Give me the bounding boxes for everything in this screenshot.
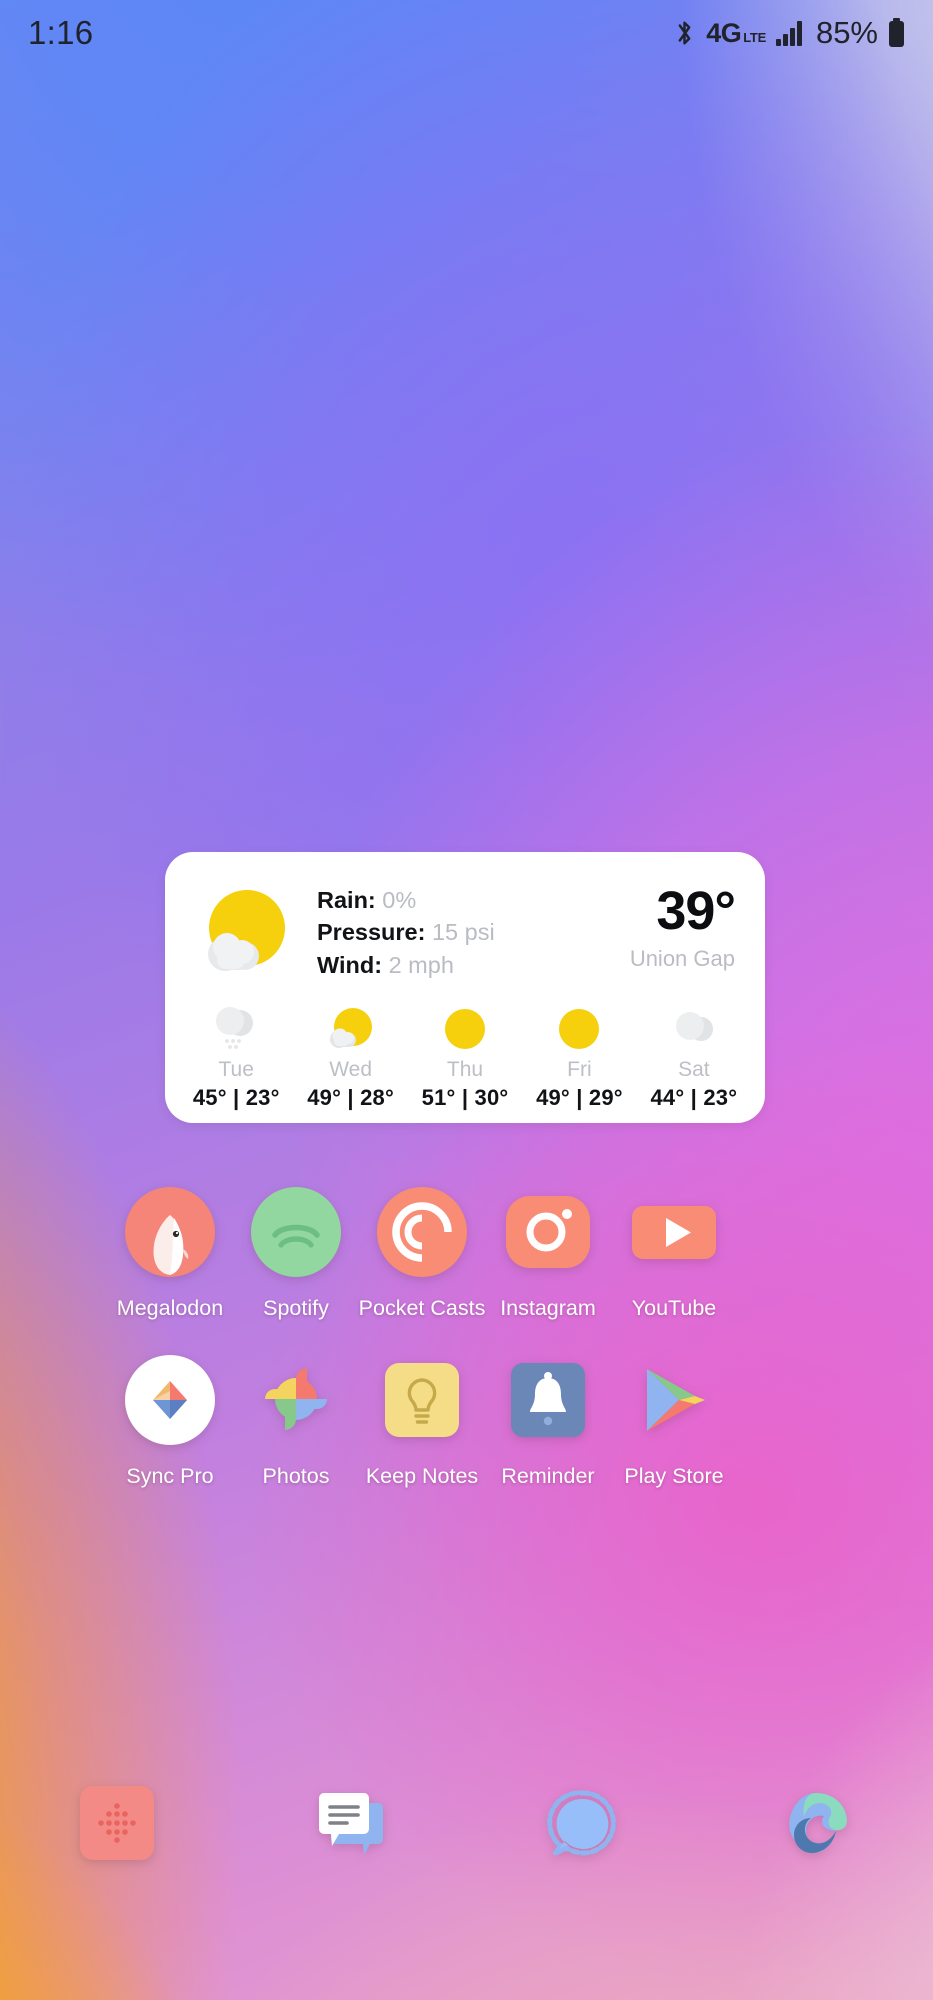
app-grid-row-2: Sync Pro Photos Keep Notes Reminder Play… [0, 1352, 933, 1489]
app-label: Reminder [501, 1464, 595, 1488]
weather-widget[interactable]: Rain: 0% Pressure: 15 psi Wind: 2 mph 39… [165, 852, 765, 1123]
signal-messenger-icon [535, 1775, 631, 1871]
keep-notes-icon [374, 1352, 470, 1448]
app-item-play-store[interactable]: Play Store [611, 1352, 737, 1489]
bluetooth-icon [673, 18, 696, 48]
app-label: Keep Notes [365, 1464, 479, 1488]
forecast-day-name: Sat [678, 1058, 710, 1081]
forecast-day-name: Tue [218, 1058, 254, 1081]
forecast-day-sat[interactable]: Sat 44° | 23° [637, 1002, 751, 1120]
sync-pro-icon [122, 1352, 218, 1448]
app-item-sync-pro[interactable]: Sync Pro [107, 1352, 233, 1489]
app-item-instagram[interactable]: Instagram [485, 1184, 611, 1321]
weather-current-section: Rain: 0% Pressure: 15 psi Wind: 2 mph 39… [165, 852, 765, 1002]
app-label: Pocket Casts [358, 1296, 486, 1320]
instagram-icon [500, 1184, 596, 1280]
app-item-photos[interactable]: Photos [233, 1352, 359, 1489]
pressure-value: 15 psi [431, 919, 495, 946]
app-item-reminder[interactable]: Reminder [485, 1352, 611, 1489]
play-store-icon [626, 1352, 722, 1448]
weather-stats-list: Rain: 0% Pressure: 15 psi Wind: 2 mph [317, 878, 630, 981]
sun-cloud-icon [323, 1004, 379, 1054]
weather-forecast-row: Tue 45° | 23° Wed 49° | 28° Thu 51° | 30… [165, 1002, 765, 1120]
network-sub-label: LTE [743, 29, 766, 45]
weather-stat-pressure: Pressure: 15 psi [317, 916, 630, 948]
forecast-day-name: Fri [567, 1058, 592, 1081]
signal-bars-icon [775, 20, 804, 46]
pocket-casts-icon [374, 1184, 470, 1280]
forecast-day-temps: 51° | 30° [421, 1085, 509, 1110]
dock-item-app-drawer[interactable] [0, 1775, 233, 1871]
battery-icon [888, 18, 905, 48]
status-bar-clock: 1:16 [28, 14, 94, 51]
sun-behind-cloud-icon [195, 884, 291, 980]
snow-cloud-icon [208, 1004, 264, 1054]
app-item-megalodon[interactable]: Megalodon [107, 1184, 233, 1321]
microsoft-edge-icon [768, 1775, 864, 1871]
megalodon-icon [122, 1184, 218, 1280]
app-label: Photos [262, 1464, 330, 1488]
forecast-day-tue[interactable]: Tue 45° | 23° [179, 1002, 293, 1120]
dock [0, 1775, 933, 1871]
forecast-day-temps: 49° | 29° [536, 1085, 623, 1110]
wind-label: Wind: [317, 951, 383, 978]
dock-item-edge[interactable] [700, 1775, 933, 1871]
app-label: Sync Pro [126, 1464, 214, 1488]
dock-item-signal[interactable] [467, 1775, 700, 1871]
status-bar[interactable]: 1:16 4G LTE 85% [0, 0, 933, 66]
youtube-icon [626, 1184, 722, 1280]
forecast-day-name: Thu [446, 1058, 484, 1081]
battery-percent-label: 85% [815, 15, 878, 50]
rain-value: 0% [382, 887, 417, 913]
app-grid-row-1: Megalodon Spotify Pocket Casts Instagram… [0, 1184, 933, 1321]
dock-item-messages[interactable] [233, 1775, 466, 1871]
reminder-bell-icon [500, 1352, 596, 1448]
forecast-day-temps: 49° | 28° [307, 1085, 394, 1110]
cloud-icon [666, 1004, 722, 1054]
rain-label: Rain: [317, 887, 376, 913]
app-label: Spotify [263, 1296, 329, 1320]
app-label: Megalodon [116, 1296, 224, 1320]
weather-location: Union Gap [629, 946, 735, 971]
google-photos-icon [248, 1352, 344, 1448]
app-label: Instagram [500, 1296, 596, 1320]
network-type-label: 4G [706, 17, 742, 48]
4g-lte-icon: 4G LTE [706, 17, 766, 48]
app-item-youtube[interactable]: YouTube [611, 1184, 737, 1321]
forecast-day-name: Wed [329, 1058, 373, 1081]
forecast-day-temps: 44° | 23° [650, 1085, 738, 1110]
status-bar-icons: 4G LTE 85% [673, 15, 905, 51]
pressure-label: Pressure: [317, 919, 426, 946]
forecast-day-temps: 45° | 23° [192, 1085, 280, 1110]
forecast-day-wed[interactable]: Wed 49° | 28° [293, 1002, 407, 1120]
sun-icon [437, 1004, 493, 1054]
app-label: YouTube [631, 1296, 717, 1320]
current-temperature: 39° [656, 881, 736, 941]
weather-stat-wind: Wind: 2 mph [317, 949, 630, 981]
sun-icon [551, 1004, 607, 1054]
app-item-spotify[interactable]: Spotify [233, 1184, 359, 1321]
forecast-day-thu[interactable]: Thu 51° | 30° [408, 1002, 522, 1120]
wind-value: 2 mph [388, 951, 454, 978]
app-label: Play Store [624, 1464, 724, 1488]
weather-temp-location: 39° Union Gap [630, 878, 739, 972]
forecast-day-fri[interactable]: Fri 49° | 29° [522, 1002, 636, 1120]
app-drawer-icon [69, 1775, 165, 1871]
app-item-pocket-casts[interactable]: Pocket Casts [359, 1184, 485, 1321]
spotify-icon [248, 1184, 344, 1280]
messages-icon [302, 1775, 398, 1871]
app-item-keep-notes[interactable]: Keep Notes [359, 1352, 485, 1489]
weather-stat-rain: Rain: 0% [317, 884, 630, 916]
